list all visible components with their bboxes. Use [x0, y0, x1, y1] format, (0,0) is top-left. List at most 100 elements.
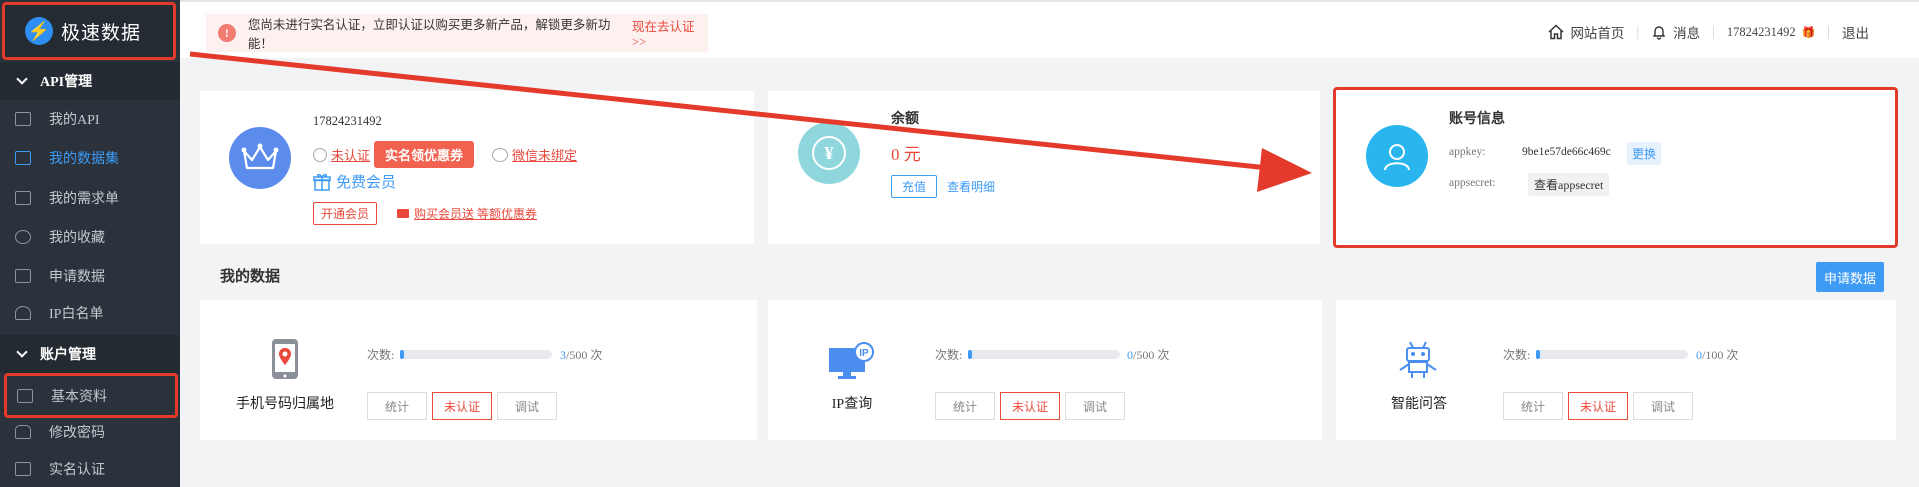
wechat-icon: [492, 147, 509, 162]
change-appkey-button[interactable]: 更换: [1627, 142, 1662, 165]
sidebar-group-label: 账户管理: [40, 348, 96, 363]
sidebar-item-ip-whitelist[interactable]: IP白名单: [0, 295, 180, 331]
usage-count: 3/500 次: [560, 346, 602, 363]
stats-button[interactable]: 统计: [1503, 392, 1563, 420]
sidebar-item-my-api[interactable]: 我的API: [0, 101, 180, 137]
crown-icon: [241, 143, 279, 170]
verify-now-link[interactable]: 现在去认证>>: [632, 16, 708, 50]
balance-amount: 0 元: [891, 145, 921, 164]
sidebar-item-favorites[interactable]: 我的收藏: [0, 219, 180, 255]
sidebar-item-my-requests[interactable]: 我的需求单: [0, 180, 180, 216]
top-links: 网站首页 | 消息 | 17824231492 🎁 | 退出: [1548, 22, 1869, 42]
view-details-link[interactable]: 查看明细: [947, 178, 995, 195]
balance-title: 余额: [891, 112, 919, 127]
unverified-button[interactable]: 未认证: [432, 392, 492, 420]
balance-actions: 充值 查看明细: [891, 175, 995, 198]
total-count: /100 次: [1702, 348, 1739, 362]
verification-notice: ! 您尚未进行实名认证，立即认证以购买更多新产品，解锁更多新功能！ 现在去认证>…: [206, 14, 708, 52]
user-phone: 17824231492: [313, 114, 382, 128]
list-icon: [15, 191, 31, 205]
sidebar-item-label: IP白名单: [49, 307, 104, 322]
sidebar-item-label: 申请数据: [49, 270, 105, 285]
sidebar-item-label: 我的需求单: [49, 192, 119, 207]
section-title: 我的数据: [220, 269, 281, 285]
sidebar-group-api[interactable]: API管理: [0, 62, 180, 100]
member-level: 免费会员: [313, 171, 396, 192]
user-icon: [1384, 144, 1410, 171]
divider: |: [1827, 24, 1830, 39]
home-link[interactable]: 网站首页: [1570, 22, 1624, 42]
stats-button[interactable]: 统计: [367, 392, 427, 420]
crown-avatar: [229, 127, 291, 189]
wechat-unbound-link[interactable]: 微信未绑定: [512, 145, 577, 164]
member-label: 免费会员: [336, 175, 397, 191]
user-list-icon: [15, 462, 31, 476]
gift-icon: [313, 173, 331, 191]
count-label: 次数:: [1503, 348, 1531, 362]
data-item-name: 手机号码归属地: [236, 397, 334, 412]
lightning-icon: ⚡: [25, 17, 53, 45]
dataset-icon: [15, 151, 31, 165]
coin-icon: ¥: [812, 136, 846, 170]
chevron-down-icon: [16, 346, 28, 358]
member-actions: 开通会员 购买会员送 等额优惠券: [313, 202, 537, 225]
data-item-name: 智能问答: [1391, 397, 1447, 412]
logout-link[interactable]: 退出: [1842, 22, 1869, 42]
id-card-icon: [17, 388, 33, 403]
phone-location-icon: [272, 339, 298, 379]
apply-data-button[interactable]: 申请数据: [1816, 262, 1884, 292]
star-icon: [15, 230, 31, 244]
messages-link[interactable]: 消息: [1673, 22, 1700, 42]
stats-button[interactable]: 统计: [935, 392, 995, 420]
sidebar-item-label: 修改密码: [49, 426, 105, 441]
robot-icon: [1399, 341, 1437, 378]
appkey-value: 9be1e57de66c469c: [1522, 146, 1611, 158]
balance-card: ¥ 余额 0 元 充值 查看明细: [768, 91, 1320, 244]
debug-button[interactable]: 调试: [497, 392, 557, 420]
gift-icon[interactable]: 🎁: [1802, 26, 1816, 39]
recharge-button[interactable]: 充值: [891, 175, 938, 198]
usage-count: 0/500 次: [1127, 346, 1169, 363]
chevron-down-icon: [16, 73, 28, 85]
account-info-card: 账号信息 appkey: 9be1e57de66c469c 更换 appsecr…: [1333, 87, 1898, 248]
user-icon: [15, 306, 31, 320]
debug-button[interactable]: 调试: [1633, 392, 1693, 420]
usage-fill: [968, 350, 972, 359]
unverified-link[interactable]: 未认证: [331, 145, 370, 164]
sidebar-item-label: 基本资料: [51, 389, 107, 405]
unverified-button[interactable]: 未认证: [1568, 392, 1628, 420]
sidebar-item-apply-data[interactable]: 申请数据: [0, 258, 180, 294]
sidebar: ⚡ 极速数据 API管理 我的API 我的数据集 我的需求单 我的收藏 申请数据…: [0, 0, 180, 487]
bell-icon: [1652, 26, 1666, 40]
data-card-phone-location: 手机号码归属地 次数: 3/500 次 统计 未认证 调试: [200, 300, 757, 440]
ticket-icon: [397, 209, 410, 218]
unverified-button[interactable]: 未认证: [1000, 392, 1060, 420]
ip-monitor-icon: IP: [829, 342, 874, 379]
account-title: 账号信息: [1449, 112, 1505, 127]
open-member-button[interactable]: 开通会员: [313, 202, 378, 225]
user-account-link[interactable]: 17824231492: [1727, 25, 1796, 40]
debug-button[interactable]: 调试: [1065, 392, 1125, 420]
sidebar-item-label: 我的API: [49, 113, 100, 128]
top-bar: ! 您尚未进行实名认证，立即认证以购买更多新产品，解锁更多新功能！ 现在去认证>…: [180, 0, 1919, 58]
usage-bar: [400, 350, 552, 359]
view-secret-wrap: 查看appsecret: [1528, 173, 1610, 196]
total-count: /500 次: [1133, 348, 1170, 362]
profile-card: 17824231492 未认证 实名领优惠券 微信未绑定 免费会员 开通会员 购…: [200, 91, 754, 244]
data-card-smart-qa: 智能问答 次数: 0/100 次 统计 未认证 调试: [1336, 300, 1896, 440]
sidebar-group-account[interactable]: 账户管理: [0, 335, 180, 373]
sidebar-item-my-dataset[interactable]: 我的数据集: [0, 140, 180, 176]
notice-text: 您尚未进行实名认证，立即认证以购买更多新产品，解锁更多新功能！: [247, 18, 611, 51]
data-item-name: IP查询: [831, 397, 873, 412]
logo[interactable]: ⚡ 极速数据: [2, 2, 176, 60]
sidebar-item-change-password[interactable]: 修改密码: [0, 414, 180, 450]
grid-icon: [15, 112, 31, 126]
view-appsecret-button[interactable]: 查看appsecret: [1528, 173, 1610, 196]
data-card-ip-query: IP IP查询 次数: 0/500 次 统计 未认证 调试: [768, 300, 1322, 440]
coin-avatar: ¥: [798, 122, 860, 184]
buy-member-link[interactable]: 购买会员送 等额优惠券: [414, 205, 537, 222]
sidebar-item-basic-info[interactable]: 基本资料: [4, 373, 178, 418]
coupon-badge[interactable]: 实名领优惠券: [374, 141, 475, 168]
sidebar-item-verification[interactable]: 实名认证: [0, 451, 180, 487]
home-icon: [1548, 24, 1564, 40]
